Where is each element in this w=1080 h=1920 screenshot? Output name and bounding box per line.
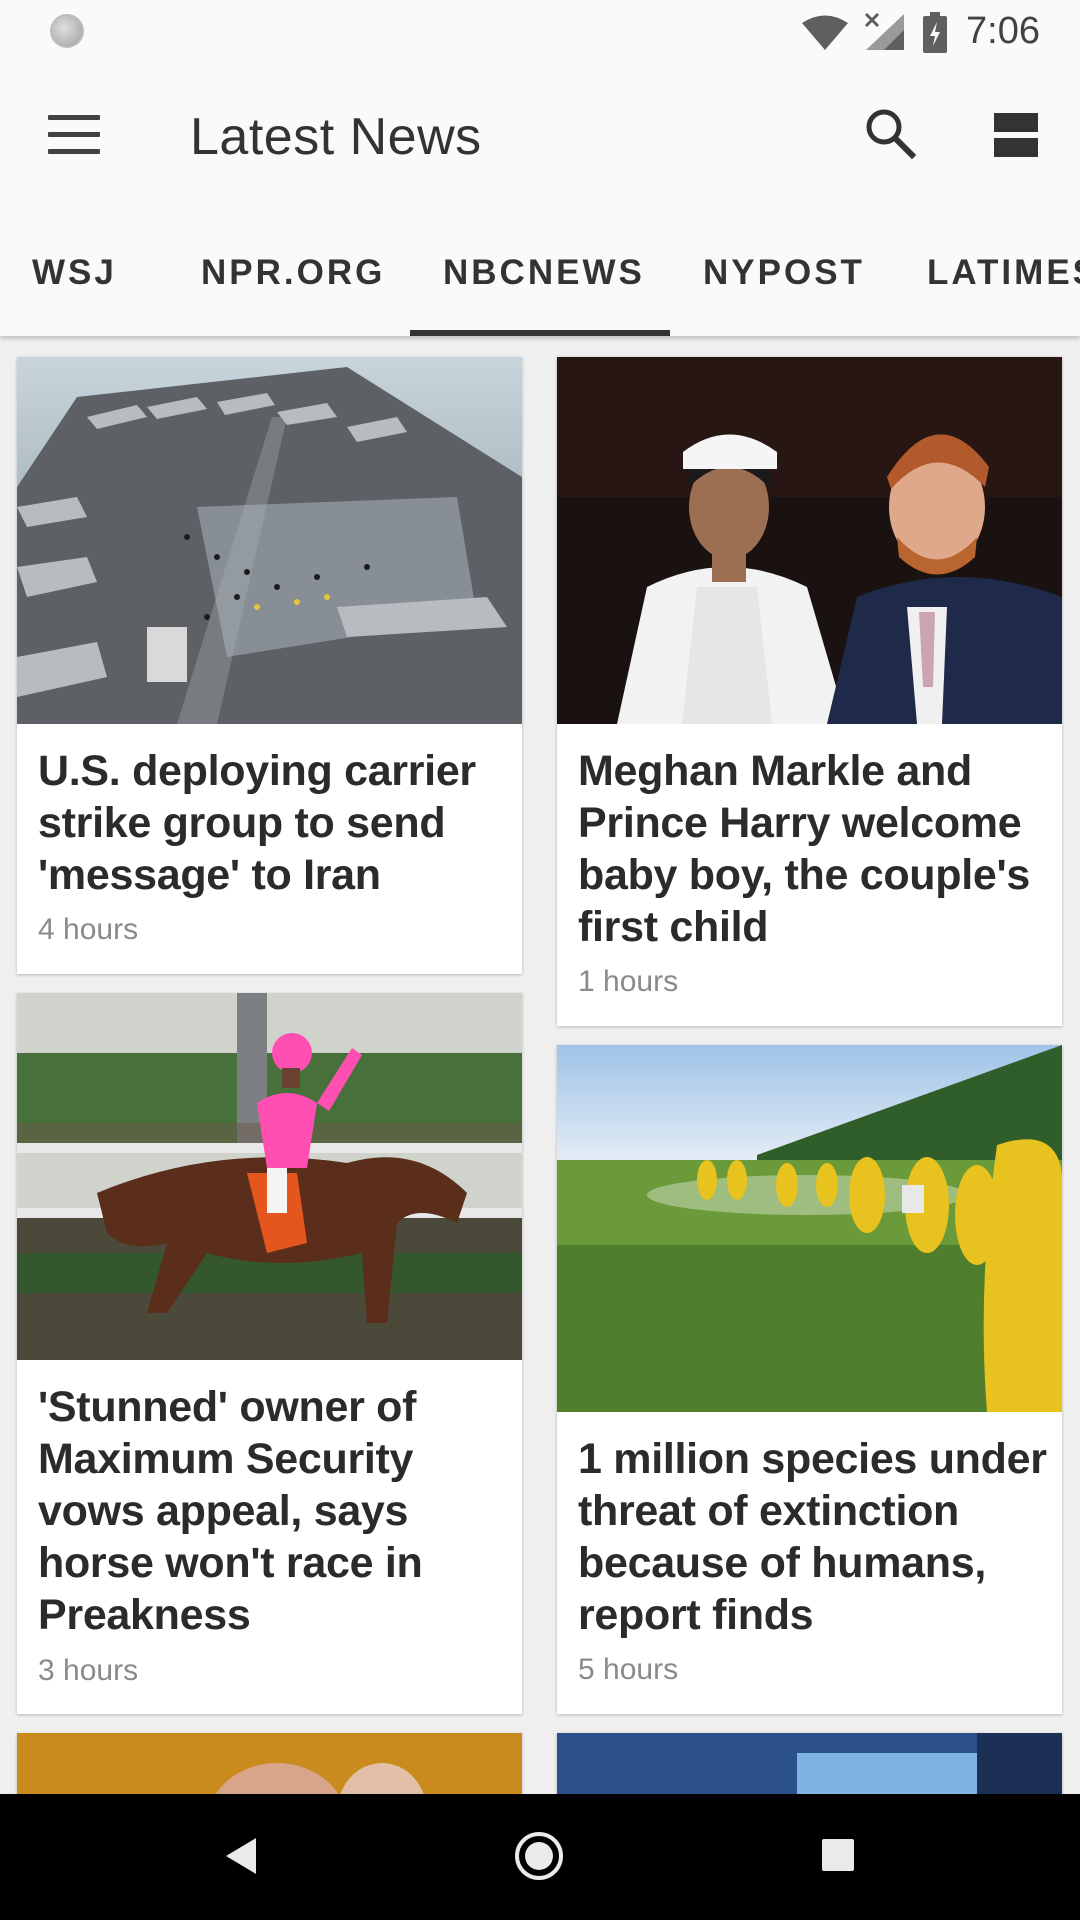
tab-latimes[interactable]: LATIMES (927, 253, 1080, 293)
article-card[interactable]: 1 million species under threat of extinc… (557, 1045, 1062, 1714)
wifi-icon (802, 15, 848, 50)
menu-icon[interactable] (48, 115, 100, 155)
tab-npr[interactable]: NPR.ORG (201, 253, 385, 293)
home-icon[interactable] (515, 1832, 563, 1880)
status-bar: 7:06 (0, 0, 1080, 63)
system-nav-bar (0, 1794, 1080, 1920)
recents-icon[interactable] (822, 1839, 854, 1871)
article-image (17, 357, 522, 724)
tab-nypost[interactable]: NYPOST (703, 253, 865, 293)
article-card[interactable]: U.S. deploying carrier strike group to s… (17, 357, 522, 974)
tab-nbcnews[interactable]: NBCNEWS (443, 253, 645, 293)
article-time: 3 hours (38, 1654, 139, 1687)
back-icon[interactable] (224, 1836, 258, 1876)
article-image (557, 357, 1062, 724)
signal-icon (864, 12, 904, 50)
search-icon[interactable] (862, 105, 918, 161)
article-image (557, 1045, 1062, 1412)
article-title: U.S. deploying carrier strike group to s… (38, 747, 476, 899)
article-title: Meghan Markle and Prince Harry welcome b… (578, 747, 1031, 951)
article-time: 4 hours (38, 913, 139, 946)
page-title: Latest News (190, 108, 482, 166)
article-card[interactable]: 'Stunned' owner of Maximum Security vows… (17, 993, 522, 1714)
article-time: 5 hours (578, 1653, 679, 1686)
article-card[interactable]: Meghan Markle and Prince Harry welcome b… (557, 357, 1062, 1026)
article-title: 'Stunned' owner of Maximum Security vows… (38, 1383, 423, 1639)
sync-status-icon (50, 14, 84, 48)
app-bar: Latest News (0, 63, 1080, 213)
view-toggle-icon[interactable] (994, 113, 1038, 157)
article-title: 1 million species under threat of extinc… (578, 1435, 1047, 1639)
battery-charging-icon (923, 12, 947, 53)
clock: 7:06 (966, 10, 1040, 52)
article-image (17, 993, 522, 1360)
tab-wsj[interactable]: WSJ (32, 253, 117, 293)
article-time: 1 hours (578, 965, 679, 998)
source-tabs: WSJ NPR.ORG NBCNEWS NYPOST LATIMES (0, 213, 1080, 336)
selected-tab-indicator (410, 330, 670, 336)
